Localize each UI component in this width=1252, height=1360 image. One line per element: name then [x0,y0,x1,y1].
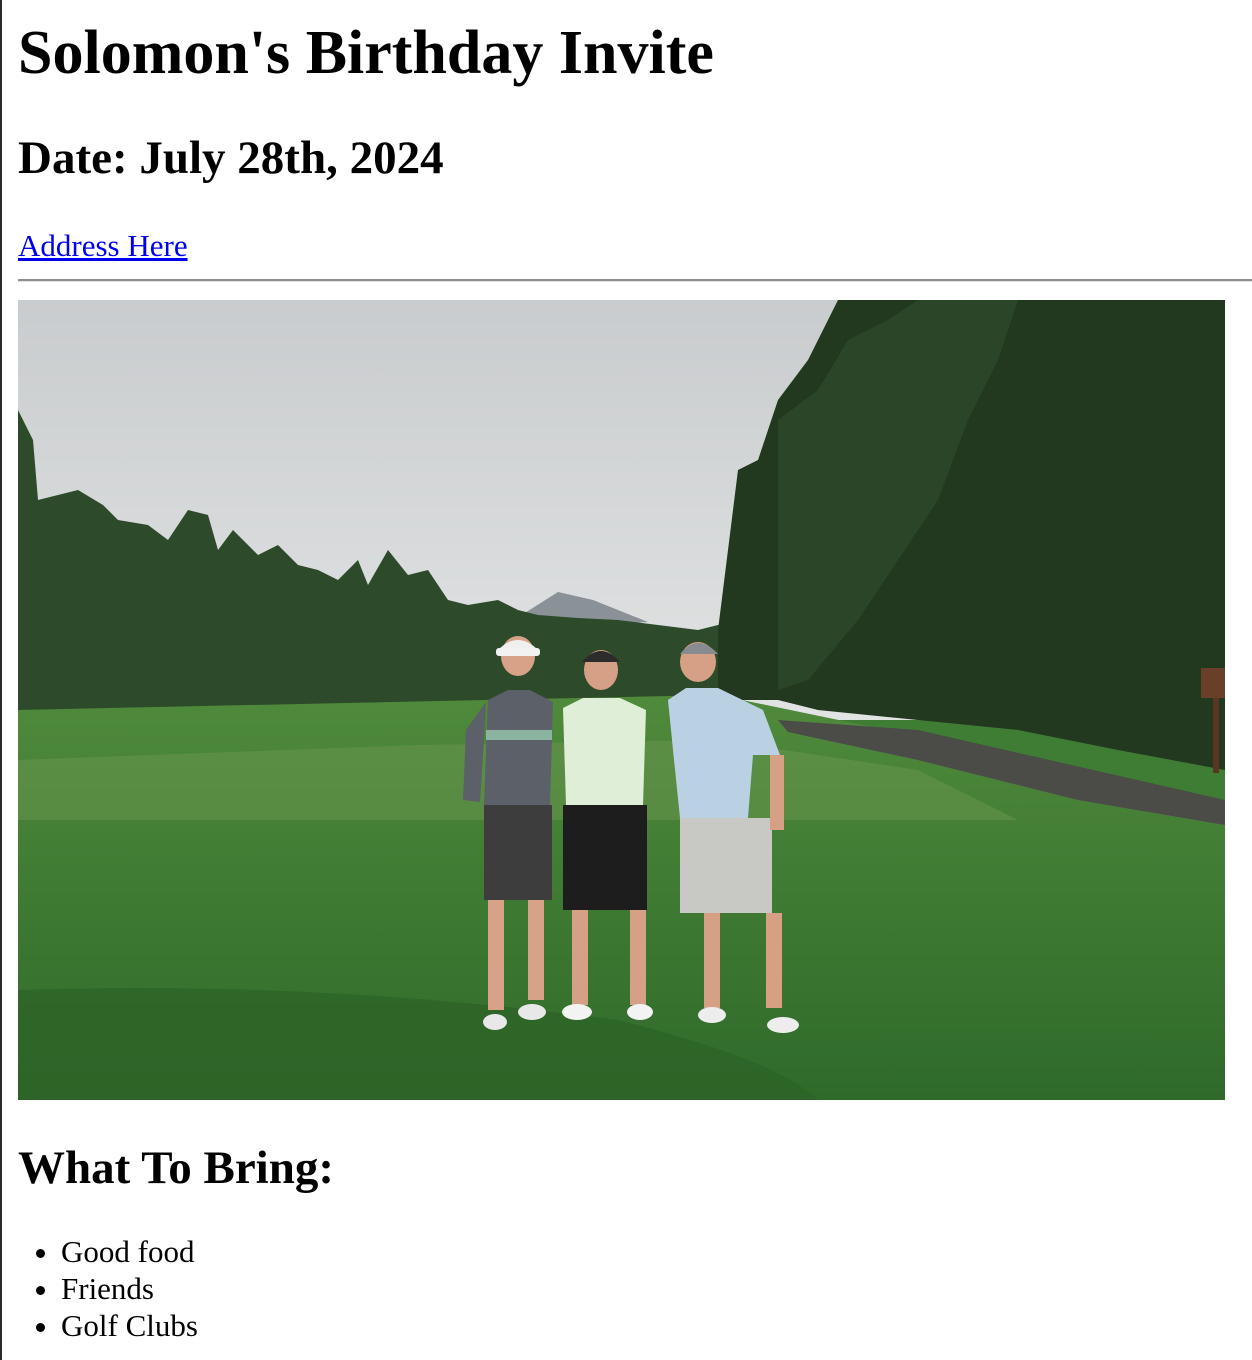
event-date: Date: July 28th, 2024 [18,132,444,184]
window-left-edge [0,0,2,1360]
address-link[interactable]: Address Here [18,228,188,264]
divider [18,279,1252,282]
list-item: Golf Clubs [61,1307,198,1344]
what-to-bring-heading: What To Bring: [18,1142,335,1194]
bring-list: Good food Friends Golf Clubs [18,1233,198,1344]
list-item: Good food [61,1233,198,1270]
golf-course-photo [18,300,1225,1100]
list-item: Friends [61,1270,198,1307]
page-title: Solomon's Birthday Invite [18,19,714,87]
